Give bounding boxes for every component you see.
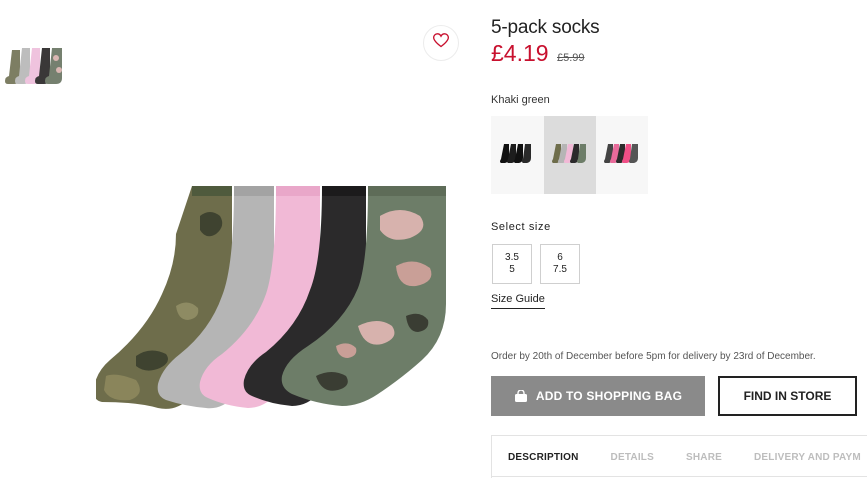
color-swatches [491,116,648,194]
size-line-1: 3.5 [505,252,519,263]
sale-price: £4.19 [491,40,549,66]
product-thumbnail[interactable] [4,44,72,94]
size-guide-link[interactable]: Size Guide [491,293,545,309]
size-options: 3.5 5 6 7.5 [492,244,580,284]
size-line-2: 7.5 [553,264,567,275]
black-socks-swatch[interactable] [491,116,544,194]
select-size-label: Select size [491,221,551,233]
size-line-1: 6 [557,252,563,263]
selected-color-name: Khaki green [491,94,550,106]
size-option-3-5-5[interactable]: 3.5 5 [492,244,532,284]
dark-grey-pink-socks-swatch[interactable] [596,116,648,194]
tab-description[interactable]: DESCRIPTION [508,452,579,463]
add-to-bag-label: ADD TO SHOPPING BAG [535,389,683,403]
product-main-image [93,176,460,426]
size-line-2: 5 [509,264,515,275]
find-in-store-button[interactable]: FIND IN STORE [718,376,857,416]
tab-share[interactable]: SHARE [686,452,722,463]
tabs-divider [491,476,867,477]
khaki-camo-socks-swatch[interactable] [544,116,596,194]
original-price: £5.99 [557,52,585,64]
shopping-bag-icon [514,390,528,402]
heart-icon [432,33,450,53]
tab-delivery-and-payment[interactable]: DELIVERY AND PAYM [754,452,861,463]
find-in-store-label: FIND IN STORE [743,389,832,403]
add-to-favourites-button[interactable] [423,25,459,61]
add-to-shopping-bag-button[interactable]: ADD TO SHOPPING BAG [491,376,705,416]
tab-details[interactable]: DETAILS [611,452,654,463]
product-title: 5-pack socks [491,17,600,38]
size-option-6-7-5[interactable]: 6 7.5 [540,244,580,284]
delivery-note: Order by 20th of December before 5pm for… [491,351,816,362]
product-info-tabs: DESCRIPTION DETAILS SHARE DELIVERY AND P… [491,435,867,478]
